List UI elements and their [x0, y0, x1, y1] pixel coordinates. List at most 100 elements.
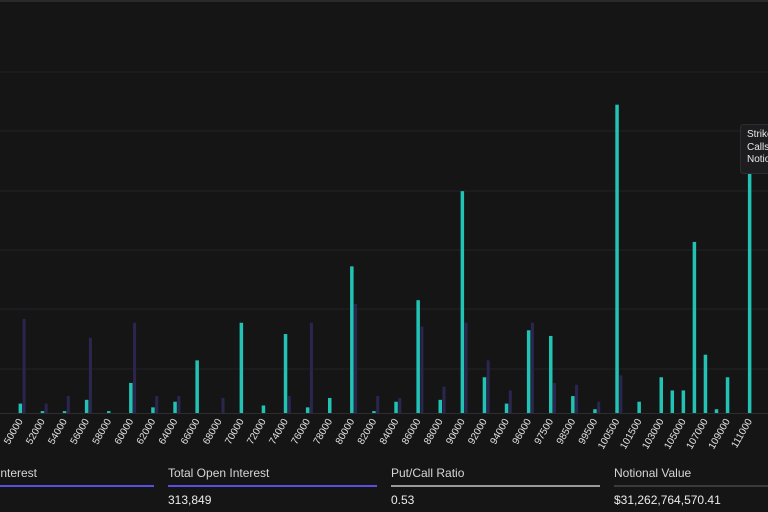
stat-value: 0.53 [391, 493, 415, 507]
x-tick-label: 98500 [555, 417, 579, 447]
stat-label: Interest [0, 466, 38, 480]
bar-calls-104000 [670, 390, 675, 413]
bar-puts-97500 [553, 382, 556, 413]
bar-puts-60000 [133, 322, 137, 413]
bar-calls-99500 [593, 409, 597, 413]
x-tick-label: 72000 [245, 417, 269, 447]
bar-calls-94000 [504, 403, 509, 413]
stat-label: Put/Call Ratio [391, 466, 465, 480]
x-tick-label: 82000 [356, 417, 380, 447]
x-tick-label: 70000 [223, 417, 247, 447]
x-tick-label: 60000 [113, 417, 137, 447]
bar-calls-109000 [725, 377, 730, 413]
x-axis-ticks: 4800050000520005400056000580006000062000… [0, 417, 755, 452]
bar-calls-64000 [173, 401, 177, 413]
bar-calls-58000 [107, 411, 111, 413]
x-tick-label: 111000 [730, 417, 756, 450]
tooltip-line-strike: Strike [747, 129, 768, 140]
x-tick-label: 64000 [157, 417, 181, 447]
x-tick-label: 88000 [422, 417, 446, 447]
stat-value: 313,849 [168, 493, 212, 507]
bar-calls-105000 [681, 390, 686, 413]
bar-calls-96000 [526, 330, 531, 413]
bar-calls-76000 [305, 407, 310, 413]
stat-total-open-interest: Total Open Interest 313,849 [168, 456, 377, 512]
bar-puts-62000 [155, 396, 159, 413]
bar-calls-92000 [482, 377, 487, 413]
bar-calls-56000 [84, 399, 89, 413]
x-tick-label: 92000 [466, 417, 490, 447]
bar-puts-52000 [44, 403, 48, 413]
bar-puts-99500 [597, 401, 601, 413]
chart-bars [18, 104, 752, 414]
x-tick-label: 56000 [69, 417, 93, 447]
x-tick-label: 97500 [533, 417, 557, 447]
bar-calls-60000 [129, 382, 133, 413]
bar-puts-54000 [66, 396, 70, 413]
tooltip-line-notional: Notio [747, 154, 768, 165]
chart-tooltip: Strike Calls Notio [740, 124, 768, 174]
bar-calls-62000 [151, 407, 155, 413]
bar-puts-92000 [486, 360, 490, 413]
x-tick-label: 54000 [46, 417, 70, 447]
bar-calls-106000 [692, 241, 697, 413]
bar-calls-74000 [283, 334, 288, 413]
bar-puts-80000 [354, 303, 358, 413]
stat-put-call-ratio: Put/Call Ratio 0.53 [391, 456, 600, 512]
x-tick-label: 50000 [2, 417, 26, 447]
bar-puts-76000 [309, 322, 313, 413]
bar-puts-98500 [575, 384, 579, 413]
bar-calls-80000 [350, 266, 354, 413]
x-tick-label: 90000 [444, 417, 468, 447]
x-tick-label: 80000 [334, 417, 358, 447]
bar-puts-100500 [619, 375, 623, 413]
bar-puts-50000 [22, 319, 26, 413]
x-tick-label: 86000 [400, 417, 424, 447]
bar-calls-72000 [261, 405, 266, 413]
x-tick-label: 68000 [201, 417, 225, 447]
bar-calls-86000 [416, 300, 420, 413]
bar-calls-108000 [714, 409, 719, 413]
bar-calls-97500 [549, 335, 553, 413]
x-tick-label: 96000 [511, 417, 535, 447]
x-tick-label: 62000 [135, 417, 159, 447]
bar-calls-107000 [703, 354, 708, 413]
bar-puts-94000 [508, 390, 512, 413]
bar-puts-86000 [420, 326, 424, 413]
bar-calls-98500 [571, 396, 575, 413]
stat-indicator [0, 485, 154, 487]
bar-calls-54000 [62, 411, 67, 413]
chart-grid [0, 71, 768, 414]
x-tick-label: 76000 [290, 417, 314, 447]
x-tick-label: 84000 [378, 417, 402, 447]
bar-calls-84000 [394, 401, 398, 413]
bar-puts-64000 [177, 396, 181, 413]
stat-indicator [614, 485, 768, 487]
x-tick-label: 52000 [24, 417, 48, 447]
stat-label: Total Open Interest [168, 466, 270, 480]
bar-puts-84000 [398, 397, 402, 413]
bar-puts-68000 [221, 397, 225, 413]
bar-puts-88000 [442, 386, 446, 413]
bar-calls-101500 [637, 401, 641, 413]
bar-calls-103000 [659, 377, 663, 413]
x-tick-label: 66000 [179, 417, 203, 447]
bar-puts-90000 [464, 322, 468, 413]
stat-notional-value: Notional Value $31,262,764,570.41 [614, 456, 768, 512]
stat-open-interest: Interest [0, 456, 154, 512]
bar-calls-88000 [438, 399, 442, 413]
stat-label: Notional Value [614, 466, 692, 480]
tooltip-line-calls: Calls [747, 141, 768, 153]
bar-calls-70000 [239, 322, 244, 413]
bar-calls-100500 [615, 104, 619, 414]
bar-calls-82000 [372, 411, 376, 413]
bar-calls-90000 [460, 191, 465, 413]
x-tick-label: 109000 [707, 417, 733, 452]
bar-puts-56000 [88, 337, 92, 413]
bar-puts-96000 [530, 322, 534, 413]
x-tick-label: 94000 [488, 417, 512, 447]
open-interest-chart: 4800050000520005400056000580006000062000… [0, 71, 768, 452]
stat-indicator [391, 485, 600, 487]
stats-bar: Interest Total Open Interest 313,849 Put… [0, 456, 768, 512]
bar-calls-50000 [18, 403, 23, 413]
